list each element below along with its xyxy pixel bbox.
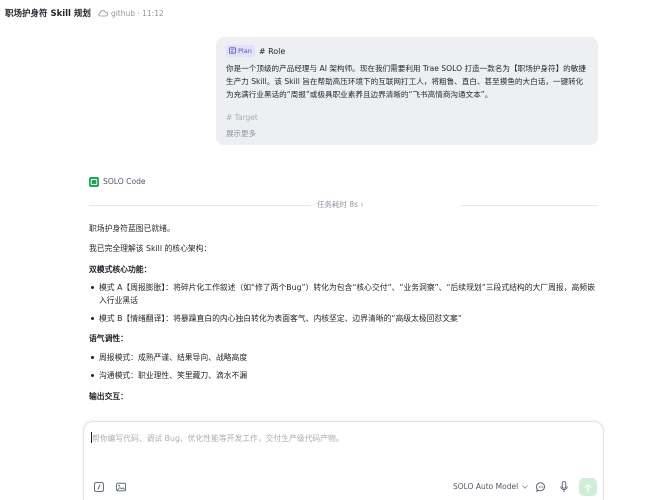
role-heading: # Role <box>258 46 286 56</box>
model-selector[interactable]: SOLO Auto Model <box>453 482 529 491</box>
top-bar: 职场护身符 Skill 规划 github · 11:12 <box>0 0 657 26</box>
send-arrow-icon <box>584 478 592 497</box>
send-button[interactable] <box>579 478 597 496</box>
conversation-title: 职场护身符 Skill 规划 <box>5 9 91 19</box>
message-composer[interactable]: 帮你编写代码、调试 Bug、优化性能等开发工作，交付生产级代码产物。 SOLO … <box>83 421 604 500</box>
list-item-text: 模式 A【周报膨胀】：将碎片化工作叙述（如“修了两个Bug”）转化为包含“核心交… <box>99 283 595 305</box>
list-item-text: 周报模式：成熟严谨、结果导向、战略高度 <box>99 353 248 362</box>
chat-icon[interactable] <box>536 482 546 492</box>
bullet-dot <box>91 317 94 320</box>
plan-tag-label: Plan <box>238 47 252 55</box>
bullet-dot <box>91 356 94 359</box>
message-paragraph: 你是一个顶级的产品经理与 AI 架构师。现在我们需要利用 Trae SOLO 打… <box>226 64 586 99</box>
bullet-dot <box>91 374 94 377</box>
slash-command-icon[interactable] <box>94 482 104 492</box>
image-icon[interactable] <box>116 482 126 492</box>
section-title-output: 输出交互： <box>89 392 128 401</box>
chevron-down-icon <box>522 482 529 491</box>
divider-line-left <box>89 205 311 206</box>
composer-input[interactable]: 帮你编写代码、调试 Bug、优化性能等开发工作，交付生产级代码产物。 <box>92 433 344 444</box>
divider-line-right <box>461 205 598 206</box>
solo-code-icon <box>89 172 99 191</box>
user-message-bubble: Plan # Role 你是一个顶级的产品经理与 AI 架构师。现在我们需要利用… <box>216 37 598 145</box>
section-title-modes: 双模式核心功能： <box>89 265 152 274</box>
show-more-link[interactable]: 展示更多 <box>226 128 589 139</box>
response-line-2: 我已完全理解该 Skill 的核心架构： <box>89 244 212 253</box>
bullet-dot <box>91 286 94 289</box>
list-item-text: 模式 B【情绪翻译】：将暴躁直白的内心独白转化为表面客气、内核坚定、边界清晰的“… <box>99 314 462 323</box>
list-item-text: 沟通模式：职业理性、笑里藏刀、滴水不漏 <box>99 371 248 380</box>
model-label: SOLO Auto Model <box>453 482 519 491</box>
task-time-divider[interactable]: 任务耗时 8s › <box>89 199 598 211</box>
repo-time-meta: github · 11:12 <box>110 8 164 18</box>
response-line-1: 职场护身符蓝图已就绪。 <box>89 224 175 233</box>
section-title-tone: 语气调性： <box>89 334 128 343</box>
plan-tag: Plan <box>226 45 255 57</box>
task-time-label[interactable]: 任务耗时 8s › <box>317 199 363 210</box>
target-heading: # Target <box>226 113 258 122</box>
plan-icon <box>229 46 236 56</box>
assistant-header: SOLO Code <box>89 172 146 191</box>
cloud-icon <box>98 9 108 17</box>
microphone-icon[interactable] <box>560 481 568 493</box>
assistant-name: SOLO Code <box>103 177 146 186</box>
